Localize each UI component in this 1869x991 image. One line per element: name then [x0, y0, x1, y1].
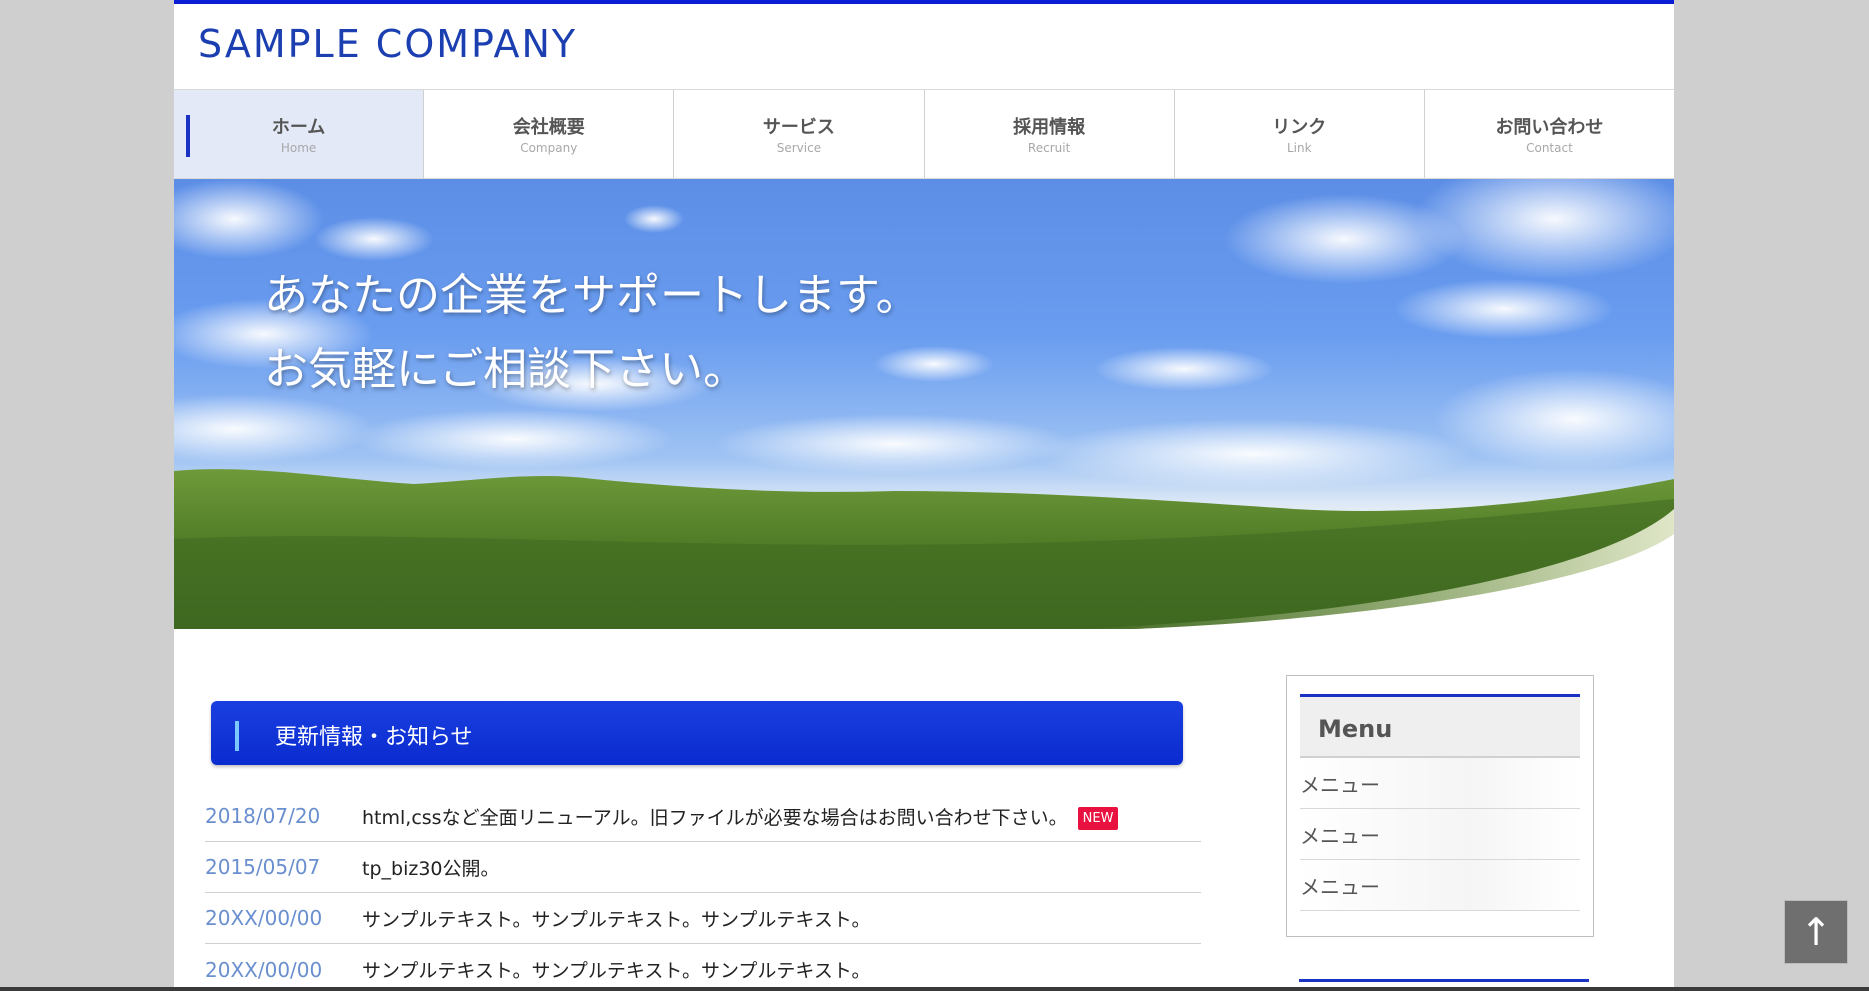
- news-text: tp_biz30公開。: [362, 857, 500, 880]
- news-text: サンプルテキスト。サンプルテキスト。サンプルテキスト。: [362, 908, 871, 931]
- nav-label: お問い合わせ: [1495, 117, 1604, 138]
- sidebar-menu-item[interactable]: メニュー: [1300, 860, 1580, 911]
- nav-sublabel: Company: [520, 141, 578, 155]
- sidebar-menu-list: メニュー メニュー メニュー: [1300, 758, 1580, 911]
- nav-label: ホーム: [271, 117, 326, 138]
- news-date: 2015/05/07: [205, 855, 321, 879]
- nav-item-service[interactable]: サービス Service: [674, 90, 925, 178]
- list-item: 20XX/00/00 サンプルテキスト。サンプルテキスト。サンプルテキスト。: [205, 893, 1201, 944]
- sidebar-menu-item[interactable]: メニュー: [1300, 758, 1580, 809]
- main-content: 更新情報・お知らせ 2018/07/20 html,cssなど全面リニューアル。…: [174, 629, 1674, 991]
- nav-sublabel: Recruit: [1027, 141, 1071, 155]
- nav-label: 採用情報: [1013, 117, 1086, 138]
- news-text: サンプルテキスト。サンプルテキスト。サンプルテキスト。: [362, 960, 871, 982]
- news-text: html,cssなど全面リニューアル。旧ファイルが必要な場合はお問い合わせ下さい…: [362, 803, 1119, 830]
- nav-sublabel: Contact: [1526, 141, 1573, 155]
- sidebar-menu-item[interactable]: メニュー: [1300, 809, 1580, 860]
- list-item: 20XX/00/00 サンプルテキスト。サンプルテキスト。サンプルテキスト。: [205, 944, 1201, 991]
- news-date: 2018/07/20: [205, 804, 321, 828]
- hero-catchcopy: あなたの企業をサポートします。 お気軽にご相談下さい。: [264, 259, 920, 407]
- nav-item-company[interactable]: 会社概要 Company: [424, 90, 675, 178]
- hero-line-1: あなたの企業をサポートします。: [264, 270, 920, 321]
- sidebar-menu-title: Menu: [1318, 715, 1393, 743]
- nav-sublabel: Link: [1286, 141, 1312, 155]
- news-section-header: 更新情報・お知らせ: [211, 701, 1183, 765]
- global-nav: ホーム Home 会社概要 Company サービス Service 採用情報 …: [174, 89, 1674, 179]
- nav-item-recruit[interactable]: 採用情報 Recruit: [924, 90, 1175, 178]
- sidebar-menu-box: Menu メニュー メニュー メニュー: [1286, 675, 1594, 937]
- sidebar-menu-header: Menu: [1300, 694, 1580, 758]
- nav-item-contact[interactable]: お問い合わせ Contact: [1424, 90, 1674, 178]
- bottom-edge-bar: [0, 987, 1869, 991]
- news-section-title: 更新情報・お知らせ: [275, 725, 473, 750]
- nav-label: サービス: [762, 117, 835, 138]
- news-text-body: html,cssなど全面リニューアル。旧ファイルが必要な場合はお問い合わせ下さい…: [362, 806, 1068, 829]
- hero-banner: あなたの企業をサポートします。 お気軽にご相談下さい。: [174, 179, 1674, 629]
- news-list: 2018/07/20 html,cssなど全面リニューアル。旧ファイルが必要な場…: [205, 791, 1201, 991]
- news-date: 20XX/00/00: [205, 906, 323, 930]
- page-top-button[interactable]: ↑: [1784, 900, 1848, 964]
- nav-sublabel: Service: [776, 141, 822, 155]
- page-container: SAMPLE COMPANY ホーム Home 会社概要 Company サービ…: [174, 0, 1674, 991]
- new-badge: NEW: [1077, 806, 1119, 830]
- top-accent-line: [174, 0, 1674, 4]
- nav-label: 会社概要: [512, 117, 585, 138]
- arrow-up-icon: ↑: [1800, 910, 1832, 954]
- nav-item-link[interactable]: リンク Link: [1174, 90, 1425, 178]
- list-item: 2015/05/07 tp_biz30公開。: [205, 842, 1201, 893]
- sidebar-next-section-divider: [1299, 979, 1589, 982]
- news-date: 20XX/00/00: [205, 957, 323, 982]
- list-item: 2018/07/20 html,cssなど全面リニューアル。旧ファイルが必要な場…: [205, 791, 1201, 842]
- hero-line-2: お気軽にご相談下さい。: [264, 344, 748, 395]
- site-logo[interactable]: SAMPLE COMPANY: [198, 22, 577, 66]
- nav-label: リンク: [1272, 117, 1327, 138]
- nav-sublabel: Home: [280, 141, 317, 155]
- nav-item-home[interactable]: ホーム Home: [174, 90, 425, 178]
